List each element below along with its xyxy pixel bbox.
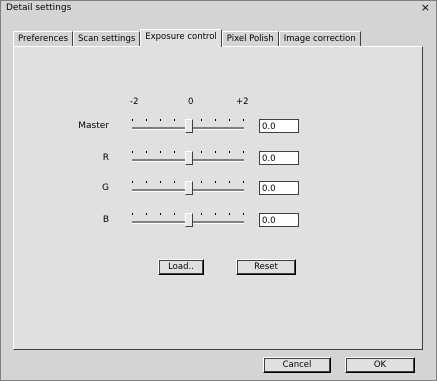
slider-tick — [132, 151, 133, 153]
tab-preferences[interactable]: Preferences — [13, 31, 73, 47]
slider-tick — [132, 213, 133, 215]
slider-tick — [201, 119, 202, 121]
tab-scan-settings[interactable]: Scan settings — [73, 31, 141, 47]
slider-tick — [201, 213, 202, 215]
slider-tick — [160, 119, 161, 121]
title-bar: Detail settings × — [1, 1, 436, 17]
slider-tick — [243, 151, 244, 153]
reset-button[interactable]: Reset — [236, 259, 296, 275]
slider-thumb[interactable] — [185, 181, 193, 195]
slider-tick — [215, 119, 216, 121]
slider-tick — [243, 213, 244, 215]
load-button[interactable]: Load.. — [158, 259, 204, 275]
window-title: Detail settings — [6, 3, 72, 13]
slider-tick — [132, 119, 133, 121]
slider-thumb[interactable] — [185, 213, 193, 227]
slider-tick — [160, 213, 161, 215]
slider-row-g: G 0.0 — [14, 179, 422, 199]
slider-tick — [229, 119, 230, 121]
tab-exposure-control[interactable]: Exposure control — [140, 29, 222, 47]
g-value-field[interactable]: 0.0 — [259, 181, 299, 195]
slider-tick — [132, 181, 133, 183]
ok-button[interactable]: OK — [345, 357, 415, 373]
master-value-field[interactable]: 0.0 — [259, 119, 299, 133]
slider-label-r: R — [102, 153, 109, 163]
slider-tick — [174, 151, 175, 153]
slider-tick — [229, 181, 230, 183]
slider-thumb[interactable] — [185, 151, 193, 165]
slider-tick — [215, 213, 216, 215]
slider-tick — [160, 181, 161, 183]
scale-min-label: -2 — [130, 97, 139, 107]
b-value-field[interactable]: 0.0 — [259, 213, 299, 227]
master-slider[interactable] — [132, 117, 244, 135]
b-slider[interactable] — [132, 211, 244, 229]
g-slider[interactable] — [132, 179, 244, 197]
slider-label-b: B — [102, 215, 109, 225]
detail-settings-dialog: Detail settings × Preferences Scan setti… — [0, 0, 437, 381]
slider-thumb[interactable] — [185, 119, 193, 133]
slider-tick — [174, 213, 175, 215]
slider-tick — [243, 119, 244, 121]
r-value-field[interactable]: 0.0 — [259, 151, 299, 165]
slider-label-g: G — [102, 183, 109, 193]
slider-tick — [215, 181, 216, 183]
slider-row-r: R 0.0 — [14, 149, 422, 169]
slider-tick — [215, 151, 216, 153]
slider-tick — [146, 213, 147, 215]
tab-image-correction[interactable]: Image correction — [278, 31, 361, 47]
slider-tick — [146, 181, 147, 183]
slider-tick — [146, 151, 147, 153]
slider-tick — [229, 213, 230, 215]
scale-mid-label: 0 — [188, 97, 194, 107]
r-slider[interactable] — [132, 149, 244, 167]
slider-row-b: B 0.0 — [14, 211, 422, 231]
slider-tick — [146, 119, 147, 121]
slider-row-master: Master 0.0 — [14, 117, 422, 137]
slider-tick — [201, 181, 202, 183]
slider-label-master: Master — [78, 121, 109, 131]
exposure-control-panel: -2 0 +2 Master 0.0 R 0.0 G 0.0 B 0.0 Loa… — [13, 46, 423, 350]
slider-tick — [174, 181, 175, 183]
scale-max-label: +2 — [236, 97, 249, 107]
slider-tick — [201, 151, 202, 153]
cancel-button[interactable]: Cancel — [263, 357, 331, 373]
close-icon[interactable]: × — [421, 2, 430, 14]
slider-tick — [229, 151, 230, 153]
tab-bar: Preferences Scan settings Exposure contr… — [13, 29, 361, 47]
slider-tick — [243, 181, 244, 183]
slider-tick — [174, 119, 175, 121]
tab-pixel-polish[interactable]: Pixel Polish — [221, 31, 279, 47]
slider-tick — [160, 151, 161, 153]
